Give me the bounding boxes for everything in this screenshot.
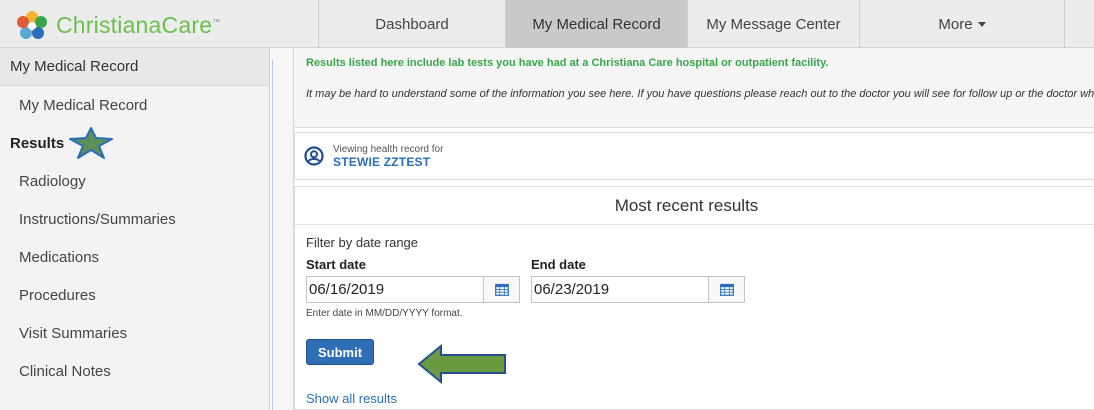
start-date-calendar-button[interactable]: [484, 276, 520, 303]
sidebar: My Medical Record My Medical Record Resu…: [0, 48, 270, 410]
sidebar-item-visit-summaries[interactable]: Visit Summaries: [0, 314, 269, 352]
sidebar-header: My Medical Record: [0, 48, 269, 86]
sidebar-item-label: Results: [10, 134, 65, 152]
calendar-icon: [719, 283, 734, 296]
sidebar-item-label: Visit Summaries: [19, 324, 128, 342]
notice-help-text: It may be hard to understand some of the…: [306, 88, 1094, 100]
end-date-input[interactable]: [531, 276, 709, 303]
filter-label: Filter by date range: [306, 235, 419, 250]
sidebar-item-my-medical-record[interactable]: My Medical Record: [0, 86, 269, 124]
nav-my-medical-record[interactable]: My Medical Record: [505, 0, 687, 48]
notice-green-text: Results listed here include lab tests yo…: [306, 57, 829, 69]
sidebar-item-label: Clinical Notes: [19, 362, 111, 380]
patient-info: Viewing health record for STEWIE ZZTEST: [333, 144, 443, 169]
main-nav: Dashboard My Medical Record My Message C…: [318, 0, 1065, 48]
patient-name: STEWIE ZZTEST: [333, 154, 431, 169]
top-navigation-bar: ChristianaCare™ Dashboard My Medical Rec…: [0, 0, 1094, 48]
star-annotation-icon: [69, 127, 114, 159]
show-all-results-link[interactable]: Show all results: [306, 391, 397, 406]
submit-button[interactable]: Submit: [306, 339, 374, 365]
arrow-annotation-icon: [417, 343, 506, 385]
patient-banner: Viewing health record for STEWIE ZZTEST: [294, 132, 1094, 180]
caret-down-icon: [977, 21, 986, 27]
results-panel: Most recent results Filter by date range…: [294, 186, 1094, 410]
brand-logo[interactable]: ChristianaCare™: [12, 10, 220, 40]
divider-line: [272, 60, 273, 410]
nav-dashboard-label: Dashboard: [375, 15, 449, 33]
viewing-label: Viewing health record for: [333, 143, 444, 155]
nav-my-message-center[interactable]: My Message Center: [687, 0, 859, 48]
date-format-hint: Enter date in MM/DD/YYYY format.: [306, 308, 463, 319]
sidebar-divider: [271, 48, 294, 410]
sidebar-item-label: My Medical Record: [19, 96, 148, 114]
results-notice: Results listed here include lab tests yo…: [294, 48, 1094, 128]
end-date-label: End date: [531, 257, 586, 272]
sidebar-item-radiology[interactable]: Radiology: [0, 162, 269, 200]
sidebar-item-clinical-notes[interactable]: Clinical Notes: [0, 352, 269, 390]
sidebar-item-medications[interactable]: Medications: [0, 238, 269, 276]
nav-more-dropdown[interactable]: More: [859, 0, 1065, 48]
sidebar-item-procedures[interactable]: Procedures: [0, 276, 269, 314]
nav-more-label: More: [938, 15, 973, 33]
brand-name: ChristianaCare™: [56, 11, 221, 38]
sidebar-item-instructions-summaries[interactable]: Instructions/Summaries: [0, 200, 269, 238]
start-date-group: [306, 276, 520, 303]
end-date-group: [531, 276, 745, 303]
user-circle-icon: [304, 146, 324, 166]
sidebar-item-label: Radiology: [19, 172, 86, 190]
nav-dashboard[interactable]: Dashboard: [318, 0, 505, 48]
nav-message-center-label: My Message Center: [706, 15, 841, 33]
sidebar-item-results[interactable]: Results: [0, 124, 269, 162]
start-date-input[interactable]: [306, 276, 484, 303]
calendar-icon: [494, 283, 509, 296]
sidebar-item-label: Medications: [19, 248, 100, 266]
results-title: Most recent results: [295, 187, 1094, 225]
sidebar-item-label: Instructions/Summaries: [19, 210, 176, 228]
sidebar-header-label: My Medical Record: [10, 58, 139, 75]
app-root: ChristianaCare™ Dashboard My Medical Rec…: [0, 0, 1094, 410]
sidebar-item-label: Procedures: [19, 286, 96, 304]
flower-logo-icon: [17, 11, 47, 39]
end-date-calendar-button[interactable]: [709, 276, 745, 303]
nav-medical-record-label: My Medical Record: [532, 15, 661, 33]
start-date-label: Start date: [306, 257, 366, 272]
